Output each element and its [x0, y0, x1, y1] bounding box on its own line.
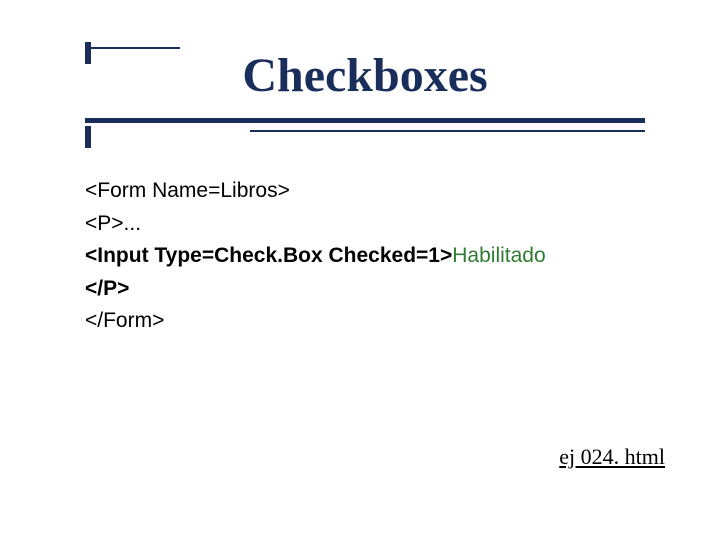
title-underline-thin	[250, 130, 645, 132]
code-line-5: </Form>	[85, 305, 645, 338]
code-block: <Form Name=Libros> <P>... <Input Type=Ch…	[85, 175, 645, 338]
slide-title: Checkboxes	[85, 48, 645, 109]
title-underline-thick	[85, 118, 645, 123]
code-line-1: <Form Name=Libros>	[85, 175, 645, 208]
code-line-3: <Input Type=Check.Box Checked=1>Habilita…	[85, 240, 645, 273]
footer-filename: ej 024. html	[559, 444, 665, 470]
title-container: Checkboxes	[85, 48, 645, 109]
code-line-2: <P>...	[85, 208, 645, 241]
code-line-4: </P>	[85, 273, 645, 306]
code-line-3-bold: <Input Type=Check.Box Checked=1>	[85, 244, 452, 267]
code-line-3-label: Habilitado	[452, 244, 545, 267]
decorative-tick-bottom	[85, 126, 91, 148]
